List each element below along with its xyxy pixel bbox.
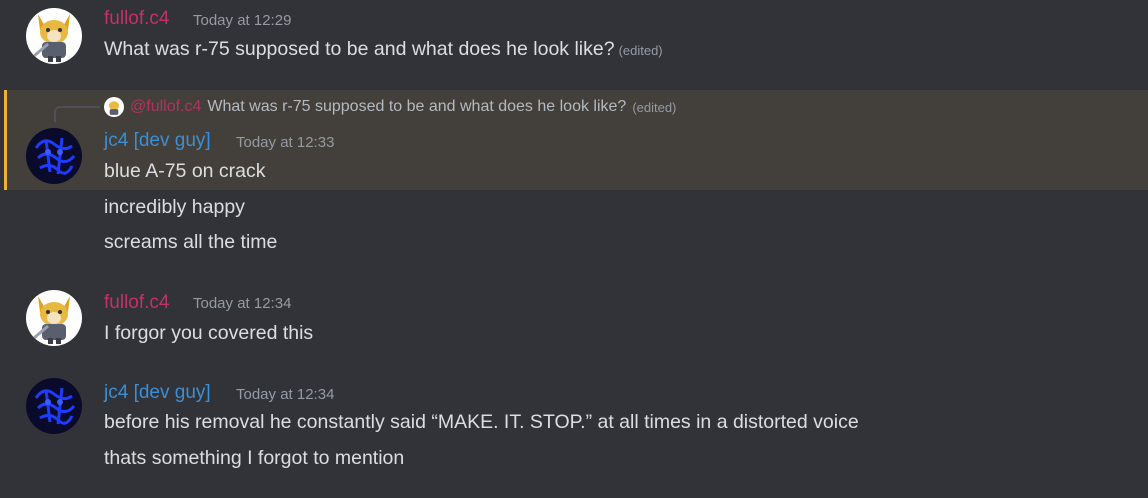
blue-scribble-avatar-icon[interactable]	[26, 378, 82, 434]
username[interactable]: fullof.c4	[104, 292, 169, 314]
username[interactable]: jc4 [dev guy]	[104, 382, 211, 404]
message-text: screams all the time	[104, 231, 278, 253]
message-text: before his removal he constantly said “M…	[104, 411, 859, 433]
username[interactable]: fullof.c4	[104, 8, 169, 30]
message-group: jc4 [dev guy] Today at 12:34 before his …	[0, 372, 1148, 482]
message-timestamp: Today at 12:33	[236, 134, 335, 151]
message-text: blue A-75 on crack	[104, 160, 266, 182]
message-text: incredibly happy	[104, 196, 245, 218]
username[interactable]: jc4 [dev guy]	[104, 130, 211, 152]
edited-label: (edited)	[618, 43, 663, 58]
fox-avatar-icon[interactable]	[26, 8, 82, 64]
blue-scribble-avatar-icon[interactable]	[26, 128, 82, 184]
fox-avatar-icon[interactable]	[26, 290, 82, 346]
message-content: What was r-75 supposed to be and what do…	[104, 38, 663, 61]
message-group: jc4 [dev guy] Today at 12:33 blue A-75 o…	[0, 90, 1148, 260]
message-text: thats something I forgot to mention	[104, 447, 405, 469]
message-group: fullof.c4 Today at 12:29 What was r-75 s…	[0, 0, 1148, 80]
message-timestamp: Today at 12:29	[193, 12, 292, 29]
message-timestamp: Today at 12:34	[193, 295, 292, 312]
message-text: What was r-75 supposed to be and what do…	[104, 38, 615, 60]
message-group: fullof.c4 Today at 12:34 I forgor you co…	[0, 282, 1148, 352]
message-timestamp: Today at 12:34	[236, 386, 335, 403]
message-text: I forgor you covered this	[104, 322, 314, 344]
